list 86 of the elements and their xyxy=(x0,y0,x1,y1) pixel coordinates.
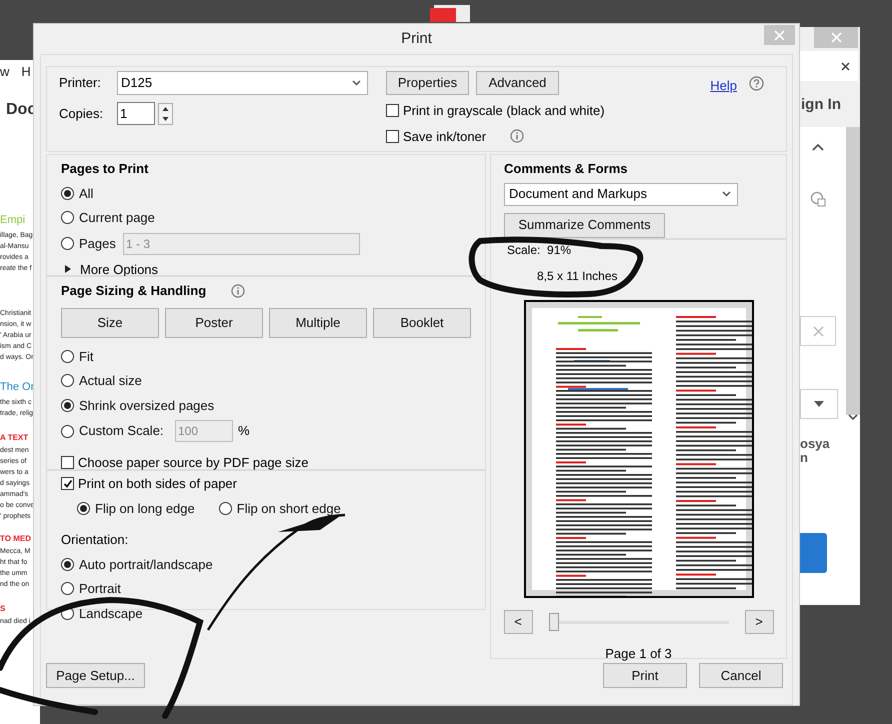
radio-button[interactable] xyxy=(61,424,74,438)
page-setup-button[interactable]: Page Setup... xyxy=(46,663,145,688)
expand-triangle-icon xyxy=(65,265,71,274)
mode-button[interactable]: Size xyxy=(61,308,159,338)
checkbox[interactable] xyxy=(61,477,74,490)
chevron-down-icon xyxy=(722,191,731,197)
body-text: osya xyxy=(800,437,831,451)
more-options-toggle[interactable]: More Options xyxy=(61,260,471,279)
dialog-button[interactable]: Print xyxy=(603,663,687,688)
checkbox[interactable] xyxy=(61,456,74,470)
radio-label: Flip on short edge xyxy=(236,500,341,518)
menu-item[interactable]: H xyxy=(21,62,31,82)
checkbox[interactable] xyxy=(386,104,399,118)
menu-item[interactable]: w xyxy=(0,62,10,82)
paper-size-label: 8,5 x 11 Inches xyxy=(537,268,618,285)
caret-icon xyxy=(814,401,824,407)
radio-button[interactable] xyxy=(61,374,74,388)
chevron-up-icon[interactable] xyxy=(812,142,824,150)
radio-label: Landscape xyxy=(79,604,143,623)
dropdown[interactable] xyxy=(800,389,838,419)
radio-label: Shrink oversized pages xyxy=(79,396,214,415)
slider-thumb[interactable] xyxy=(548,613,558,631)
body-text: n xyxy=(800,451,808,465)
chevron-down-icon[interactable] xyxy=(848,413,858,421)
radio-button[interactable] xyxy=(61,398,74,412)
checkbox[interactable] xyxy=(386,130,399,143)
section-heading: TO MED xyxy=(0,532,32,544)
dialog-button[interactable]: Properties xyxy=(386,71,469,95)
section-title: Orientation: xyxy=(61,531,130,549)
radio-button[interactable] xyxy=(61,186,74,200)
summarize-comments-button[interactable]: Summarize Comments xyxy=(504,212,665,238)
option-label: Save ink/toner xyxy=(403,128,486,146)
field[interactable] xyxy=(800,316,836,346)
close-icon[interactable] xyxy=(841,62,850,70)
radio-button[interactable] xyxy=(61,582,74,596)
mode-button[interactable]: Booklet xyxy=(373,308,471,338)
close-icon xyxy=(774,30,785,40)
radio-label: Auto portrait/landscape xyxy=(79,556,213,574)
section-heading: Empi xyxy=(0,212,26,228)
close-icon xyxy=(830,32,842,43)
option-label: Print on both sides of paper xyxy=(78,475,237,493)
radio-button[interactable] xyxy=(218,502,232,515)
page-indicator: Page 1 of 3 xyxy=(605,645,672,663)
radio-label: Fit xyxy=(79,348,94,366)
scrollbar[interactable] xyxy=(846,126,860,415)
radio-button[interactable] xyxy=(61,558,74,571)
mode-button[interactable]: Multiple xyxy=(269,308,367,338)
scale-label: Scale: 91% xyxy=(507,242,572,259)
next-page-button[interactable]: > xyxy=(744,610,774,634)
page-slider[interactable] xyxy=(548,613,728,631)
radio-button[interactable] xyxy=(61,237,74,250)
option-label: Choose paper source by PDF page size xyxy=(78,454,309,472)
section-title: Comments & Forms xyxy=(504,160,629,178)
printer-label: Printer: xyxy=(59,74,102,92)
spinner[interactable] xyxy=(158,102,173,124)
window-title: Print xyxy=(401,28,432,49)
section-heading: S xyxy=(0,602,6,614)
copies-label: Copies: xyxy=(59,104,104,123)
radio-label: Flip on long edge xyxy=(95,500,195,518)
copies-field[interactable]: 1 xyxy=(117,102,155,125)
radio-label: Custom Scale: xyxy=(79,422,164,440)
radio-button[interactable] xyxy=(77,502,90,515)
radio-button[interactable] xyxy=(61,211,74,224)
dialog-button[interactable]: Cancel xyxy=(699,663,783,688)
radio-button[interactable] xyxy=(61,350,74,363)
radio-label: Pages xyxy=(79,234,116,253)
mode-button[interactable]: Poster xyxy=(165,308,263,338)
dialog-button[interactable]: Advanced xyxy=(476,71,559,95)
section-title: Pages to Print xyxy=(61,160,150,178)
option-label: Print in grayscale (black and white) xyxy=(403,102,605,120)
section-title: Page Sizing & Handling xyxy=(61,282,206,300)
section-heading: A TEXT xyxy=(0,432,30,444)
unit-label: % xyxy=(238,422,250,440)
sign-in-link[interactable]: ign In xyxy=(801,94,860,116)
help-link[interactable]: Help xyxy=(710,76,737,96)
radio-label: All xyxy=(79,184,94,202)
radio-label: Actual size xyxy=(79,372,142,390)
comments-dropdown[interactable]: Document and Markups xyxy=(504,182,738,206)
chevron-down-icon xyxy=(352,80,361,86)
section-heading: The Or xyxy=(0,380,36,394)
radio-label: Current page xyxy=(79,209,155,227)
help-icon[interactable] xyxy=(749,76,764,91)
previous-page-button[interactable]: < xyxy=(504,610,532,634)
printer-dropdown[interactable]: D125 xyxy=(117,71,368,95)
radio-label: Portrait xyxy=(79,580,121,598)
info-icon xyxy=(231,284,246,298)
